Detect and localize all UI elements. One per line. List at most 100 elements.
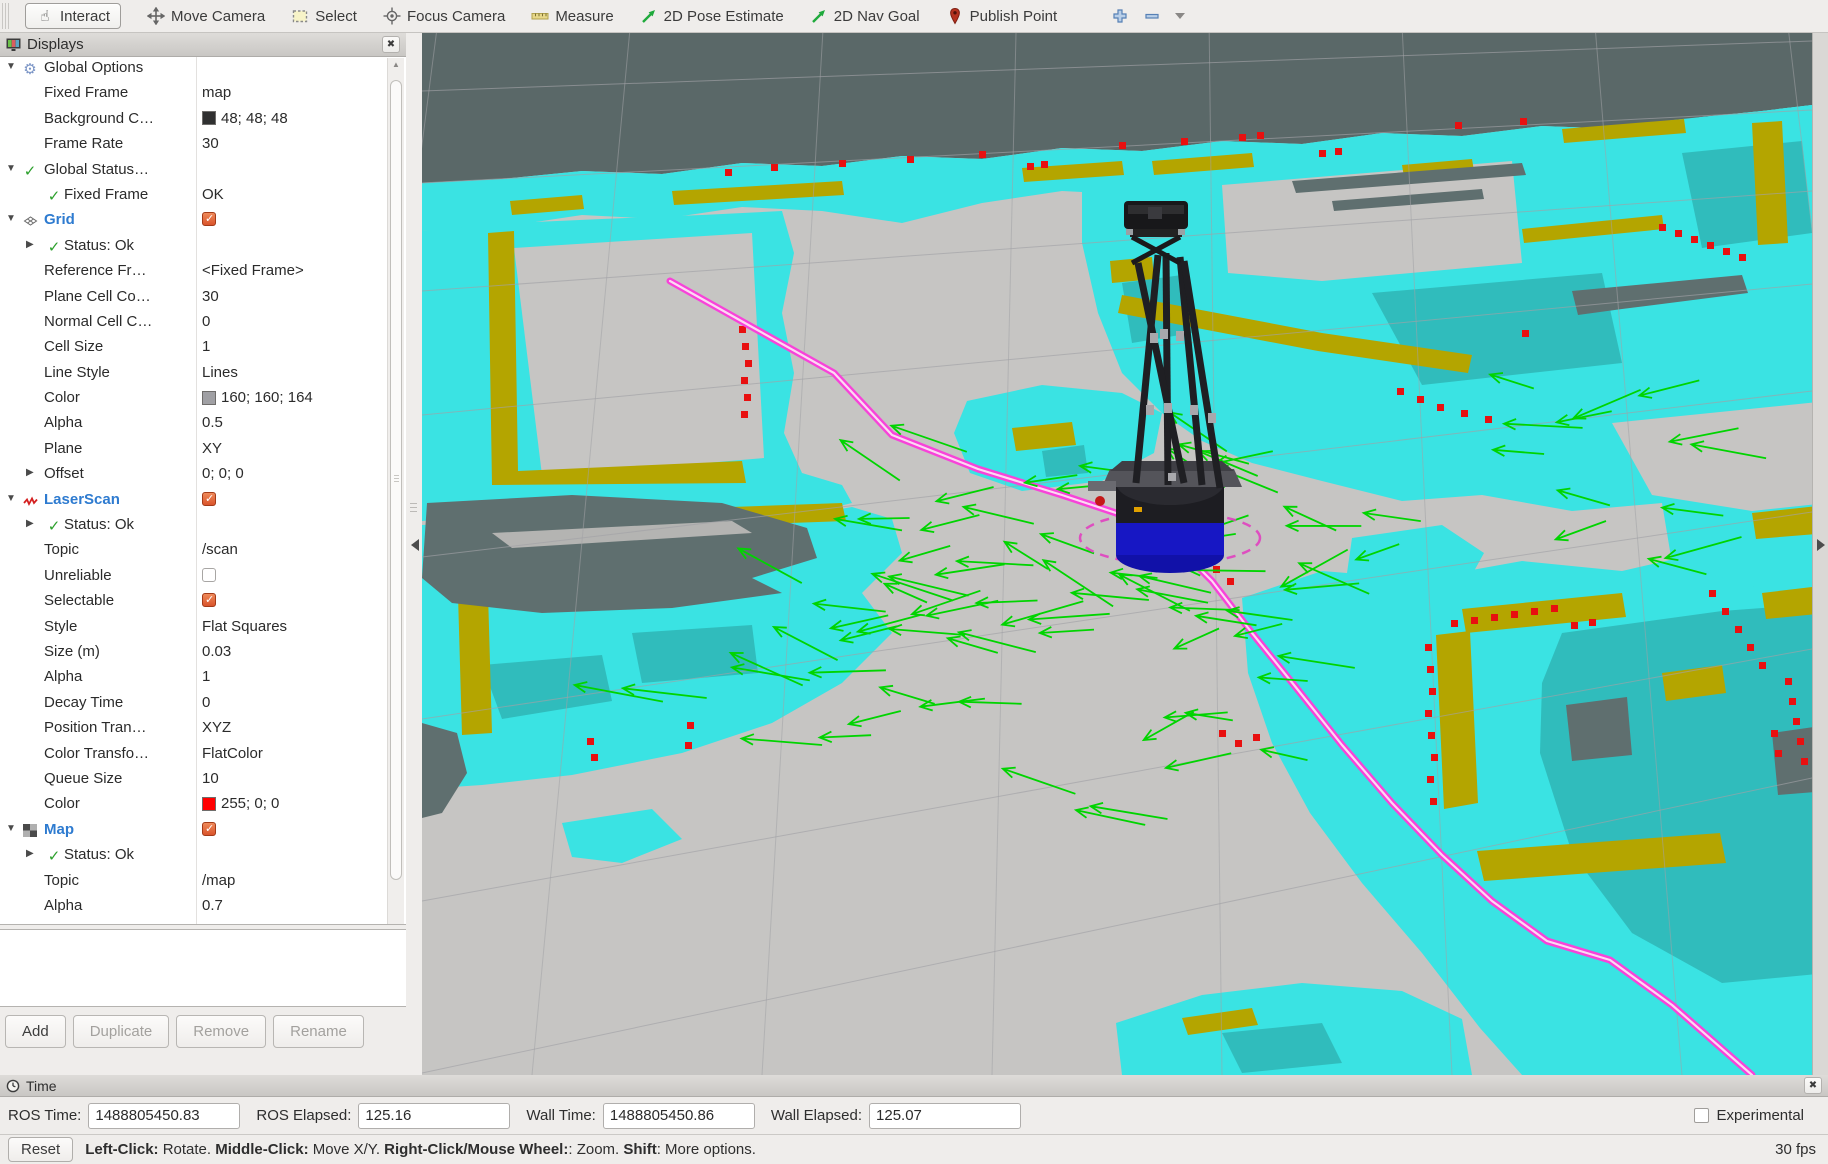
expander-closed-icon[interactable]: ▶ (26, 518, 34, 529)
tree-row-global-status[interactable]: ▼✓Global Status… (0, 159, 386, 184)
tree-row-selectable[interactable]: Selectable (0, 590, 386, 615)
gear-icon: ⚙ (22, 58, 38, 80)
wall-time-input[interactable] (603, 1103, 755, 1129)
tree-row-fixed-frame[interactable]: Fixed Framemap (0, 82, 386, 107)
tree-row-alpha[interactable]: Alpha0.7 (0, 895, 386, 920)
wall-time-label: Wall Time: (526, 1107, 595, 1124)
toolbar-move-camera[interactable]: Move Camera (147, 7, 265, 25)
tree-row-grid[interactable]: ▼Grid (0, 209, 386, 234)
expander-open-icon[interactable]: ▼ (6, 163, 16, 174)
displays-close-icon[interactable]: ✖ (382, 36, 400, 53)
splitter-grip[interactable] (410, 503, 417, 513)
expander-open-icon[interactable]: ▼ (6, 493, 16, 504)
displays-panel-title: Displays (27, 36, 84, 53)
fps-counter: 30 fps (1775, 1141, 1816, 1158)
tree-row-laserscan[interactable]: ▼LaserScan (0, 489, 386, 514)
wall-elapsed-input[interactable] (869, 1103, 1021, 1129)
reset-button[interactable]: Reset (8, 1137, 73, 1162)
toolbar-drag-handle[interactable] (2, 3, 11, 29)
displays-tree: ▼⚙Global OptionsFixed FramemapBackground… (0, 57, 406, 925)
tree-row-topic[interactable]: Topic/map (0, 870, 386, 895)
expander-closed-icon[interactable]: ▶ (26, 467, 34, 478)
add-tool-icon[interactable] (1111, 7, 1129, 25)
tree-row-line-style[interactable]: Line StyleLines (0, 362, 386, 387)
tree-row-cell-size[interactable]: Cell Size1 (0, 336, 386, 361)
tree-row-topic[interactable]: Topic/scan (0, 539, 386, 564)
tree-row-size-m[interactable]: Size (m)0.03 (0, 641, 386, 666)
duplicate-button[interactable]: Duplicate (73, 1015, 170, 1048)
color-swatch (202, 797, 216, 811)
remove-tool-icon[interactable] (1143, 7, 1161, 25)
tree-row-color-transfo[interactable]: Color Transfo…FlatColor (0, 743, 386, 768)
panel-splitter[interactable] (406, 33, 422, 1075)
expand-right-icon[interactable] (1817, 539, 1825, 551)
experimental-checkbox[interactable] (1694, 1108, 1709, 1123)
expander-closed-icon[interactable]: ▶ (26, 239, 34, 250)
grid-icon (22, 210, 38, 232)
tree-row-color-sch[interactable]: Color Sch… (0, 920, 386, 925)
tree-row-frame-rate[interactable]: Frame Rate30 (0, 133, 386, 158)
add-button[interactable]: Add (5, 1015, 66, 1048)
enabled-checkbox[interactable] (202, 568, 216, 582)
tree-row-status-ok[interactable]: ▶✓Status: Ok (0, 514, 386, 539)
status-bar: Reset Left-Click: Rotate. Middle-Click: … (0, 1134, 1828, 1164)
tree-scrollbar-thumb[interactable] (390, 80, 402, 880)
tree-row-unreliable[interactable]: Unreliable (0, 565, 386, 590)
expander-closed-icon[interactable]: ▶ (26, 848, 34, 859)
tree-row-plane[interactable]: PlaneXY (0, 438, 386, 463)
tree-row-status-ok[interactable]: ▶✓Status: Ok (0, 235, 386, 260)
remove-button[interactable]: Remove (176, 1015, 266, 1048)
robot-base-blue (1116, 521, 1224, 555)
collapse-left-icon[interactable] (411, 539, 419, 551)
toolbar-focus-camera[interactable]: Focus Camera (383, 7, 505, 25)
toolbar: ☝Interact Move Camera Select Focus Camera Me… (0, 0, 1828, 33)
toolbar-measure[interactable]: Measure (531, 7, 613, 25)
rename-button[interactable]: Rename (273, 1015, 364, 1048)
tree-row-decay-time[interactable]: Decay Time0 (0, 692, 386, 717)
tree-row-normal-cell-c[interactable]: Normal Cell C…0 (0, 311, 386, 336)
laser-icon (22, 490, 38, 512)
scrollbar-up-icon[interactable]: ▲ (392, 60, 400, 69)
expander-open-icon[interactable]: ▼ (6, 61, 16, 72)
enabled-checkbox[interactable] (202, 822, 216, 836)
enabled-checkbox[interactable] (202, 492, 216, 506)
toolbar-select[interactable]: Select (291, 7, 357, 25)
right-panel-collapsed[interactable] (1812, 33, 1828, 1075)
tree-row-reference-fr[interactable]: Reference Fr…<Fixed Frame> (0, 260, 386, 285)
tree-row-alpha[interactable]: Alpha0.5 (0, 412, 386, 437)
enabled-checkbox[interactable] (202, 212, 216, 226)
ros-elapsed-input[interactable] (358, 1103, 510, 1129)
tree-scrollbar[interactable]: ▲ (387, 58, 404, 924)
tree-row-style[interactable]: StyleFlat Squares (0, 616, 386, 641)
experimental-label: Experimental (1716, 1107, 1804, 1124)
tree-row-map[interactable]: ▼Map (0, 819, 386, 844)
tree-row-background-c[interactable]: Background C…48; 48; 48 (0, 108, 386, 133)
main-area: Displays ✖ ▼⚙Global OptionsFixed Framema… (0, 33, 1828, 1075)
tree-row-queue-size[interactable]: Queue Size10 (0, 768, 386, 793)
property-description-box (0, 929, 406, 1007)
displays-icon (6, 38, 21, 51)
expander-open-icon[interactable]: ▼ (6, 823, 16, 834)
toolbar-2d-pose-estimate[interactable]: 2D Pose Estimate (640, 7, 784, 25)
expander-open-icon[interactable]: ▼ (6, 213, 16, 224)
color-swatch (202, 391, 216, 405)
toolbar-publish-point[interactable]: Publish Point (946, 7, 1058, 25)
tree-row-position-tran[interactable]: Position Tran…XYZ (0, 717, 386, 742)
toolbar-interact[interactable]: ☝Interact (25, 3, 121, 29)
check-icon: ✓ (46, 236, 62, 258)
tree-row-plane-cell-co[interactable]: Plane Cell Co…30 (0, 286, 386, 311)
toolbar-2d-nav-goal[interactable]: 2D Nav Goal (810, 7, 920, 25)
tool-options-caret-icon[interactable] (1175, 13, 1185, 19)
tree-row-fixed-frame[interactable]: ✓Fixed FrameOK (0, 184, 386, 209)
tree-row-alpha[interactable]: Alpha1 (0, 666, 386, 691)
enabled-checkbox[interactable] (202, 593, 216, 607)
tree-row-color[interactable]: Color255; 0; 0 (0, 793, 386, 818)
robot-base-light (1095, 496, 1105, 506)
tree-row-color[interactable]: Color160; 160; 164 (0, 387, 386, 412)
tree-row-global-options[interactable]: ▼⚙Global Options (0, 57, 386, 82)
time-close-icon[interactable]: ✖ (1804, 1077, 1822, 1094)
tree-row-status-ok[interactable]: ▶✓Status: Ok (0, 844, 386, 869)
tree-row-offset[interactable]: ▶Offset0; 0; 0 (0, 463, 386, 488)
3d-viewport[interactable] (422, 33, 1812, 1075)
ros-time-input[interactable] (88, 1103, 240, 1129)
